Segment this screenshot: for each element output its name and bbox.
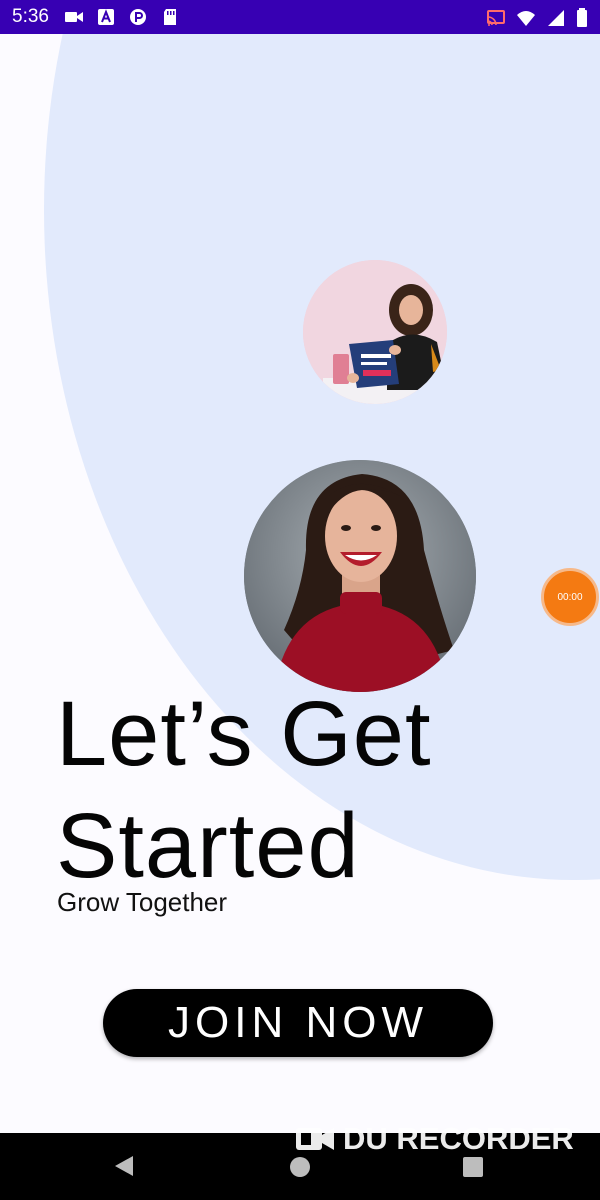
cast-icon	[487, 10, 505, 26]
recorder-timer-text: 00:00	[557, 591, 583, 603]
recorder-timer-bubble[interactable]: 00:00	[541, 568, 599, 626]
page-title-line-2: Started	[56, 795, 360, 897]
status-time: 5:36	[12, 6, 49, 27]
signal-icon	[548, 10, 564, 26]
back-icon[interactable]	[115, 1156, 133, 1176]
wifi-icon	[517, 11, 535, 26]
page-subtitle: Grow Together	[57, 887, 228, 917]
reading-woman-photo	[303, 260, 447, 404]
app-screen: 5:36 00:00 Let’s Get Started Grow Togeth…	[0, 0, 600, 1200]
home-icon[interactable]	[290, 1157, 310, 1177]
smiling-woman-photo	[244, 460, 476, 692]
battery-icon	[577, 8, 587, 27]
page-title-line-1: Let’s Get	[56, 683, 432, 785]
app-p-icon	[130, 9, 146, 25]
sd-card-icon	[164, 9, 176, 25]
status-bar: 5:36	[0, 0, 600, 34]
recents-icon[interactable]	[463, 1157, 483, 1177]
video-camera-icon	[65, 12, 83, 22]
join-now-button[interactable]: JOIN NOW	[103, 989, 493, 1057]
recorder-watermark-text: DU RECORDER	[343, 1121, 574, 1156]
text-a-icon	[98, 9, 114, 25]
status-system-icons	[486, 8, 588, 28]
page-title: Let’s Get Started	[56, 678, 432, 902]
recorder-camera-icon	[296, 1128, 334, 1150]
recorder-watermark: DU RECORDER	[295, 1121, 574, 1157]
status-notification-icons	[64, 8, 180, 26]
